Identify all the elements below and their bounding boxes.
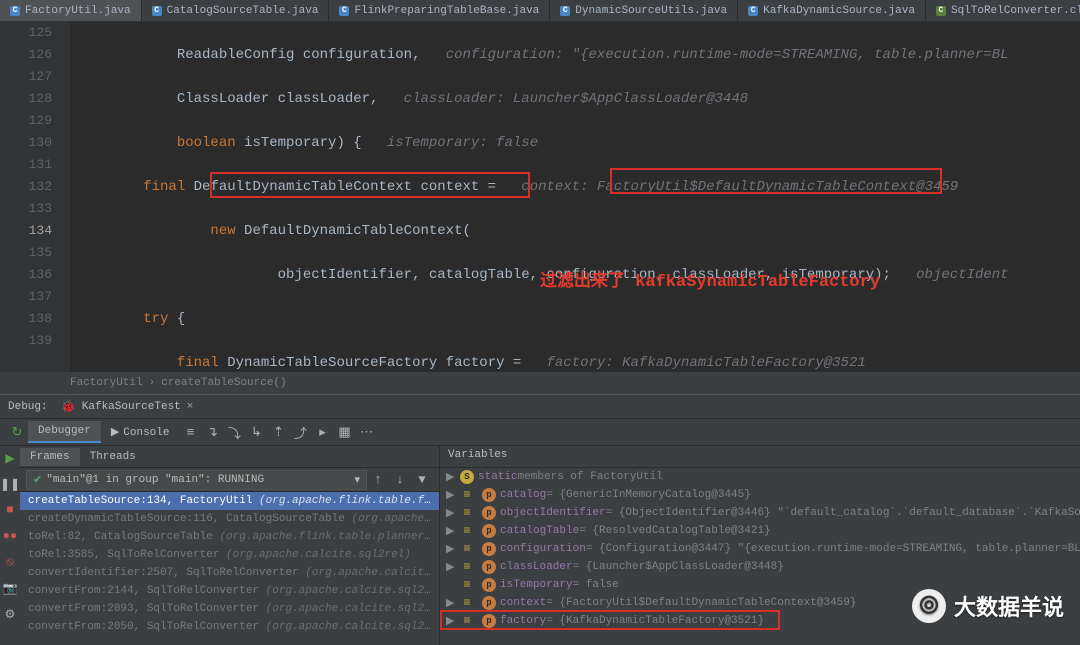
code-area[interactable]: ReadableConfig configuration, configurat… [70,22,1080,372]
variable-row[interactable]: ▶≡pcatalogTable = {ResolvedCatalogTable@… [440,522,1080,540]
settings-button[interactable]: ⚙ [0,604,20,624]
editor-tabs: CFactoryUtil.java CCatalogSourceTable.ja… [0,0,1080,22]
prev-frame-button[interactable]: ↑ [367,469,389,491]
variable-row[interactable]: ▶≡pconfiguration = {Configuration@3447} … [440,540,1080,558]
stepout2-button[interactable]: ⇡ [268,421,290,443]
variable-row[interactable]: ▶Sstatic members of FactoryUtil [440,468,1080,486]
tab-sqltorel[interactable]: CSqlToRelConverter.class [926,0,1080,21]
watermark: ⦾ 大数据羊说 [912,589,1064,623]
stack-frame[interactable]: convertFrom:2093, SqlToRelConverter (org… [20,600,439,618]
debug-side-rail: ▶ ❚❚ ■ ●● ⦸ 📷 ⚙ [0,446,20,645]
frames-list[interactable]: createTableSource:134, FactoryUtil (org.… [20,492,439,645]
camera-button[interactable]: 📷 [0,578,20,598]
variables-header: Variables [440,446,1080,468]
tab-catalogsourcetable[interactable]: CCatalogSourceTable.java [142,0,330,21]
stack-frame[interactable]: toRel:82, CatalogSourceTable (org.apache… [20,528,439,546]
filter-button[interactable]: ▼ [411,469,433,491]
debug-label: Debug: [8,401,48,413]
stepinto-button[interactable]: ↴ [202,421,224,443]
next-frame-button[interactable]: ↓ [389,469,411,491]
tab-factoryutil[interactable]: CFactoryUtil.java [0,0,142,21]
debugger-tab[interactable]: Debugger [28,421,101,443]
debug-toolbar: ↻ Debugger ▶Console ≡ ↴ ⤵ ↳ ⇡ ⤴ ▸ ▦ ⋯ [0,418,1080,446]
stack-frame[interactable]: convertFrom:2144, SqlToRelConverter (org… [20,582,439,600]
stack-frame[interactable]: toRel:3585, SqlToRelConverter (org.apach… [20,546,439,564]
viewbreakpoints-button[interactable]: ●● [0,526,20,546]
wechat-icon: ⦾ [912,589,946,623]
stop-button[interactable]: ■ [0,500,20,520]
rerun-button[interactable]: ↻ [6,421,28,443]
tab-kafkadynamicsource[interactable]: CKafkaDynamicSource.java [738,0,926,21]
line-gutter: 125 126 127 128 129 130 131 132 133 134 … [0,22,70,372]
java-icon: C [152,6,162,16]
variable-row[interactable]: ▶≡pclassLoader = {Launcher$AppClassLoade… [440,558,1080,576]
thread-select[interactable]: ✔"main"@1 in group "main": RUNNING▾ [26,470,367,490]
variable-row[interactable]: ▶≡pobjectIdentifier = {ObjectIdentifier@… [440,504,1080,522]
debug-session-name[interactable]: KafkaSourceTest [82,401,181,413]
mutebreakpoints-button[interactable]: ⦸ [0,552,20,572]
annotation-text: 过滤出来了 kafkaSynamicTableFactory [540,272,880,294]
java-icon: C [560,6,570,16]
bug-icon: 🐞 [61,399,76,414]
console-tab[interactable]: ▶Console [101,421,180,443]
stack-frame[interactable]: createDynamicTableSource:116, CatalogSou… [20,510,439,528]
breadcrumb[interactable]: FactoryUtil›createTableSource() [0,372,1080,394]
stack-frame[interactable]: convertIdentifier:2507, SqlToRelConverte… [20,564,439,582]
code-editor[interactable]: 125 126 127 128 129 130 131 132 133 134 … [0,22,1080,372]
debug-toolwindow-header: Debug: 🐞 KafkaSourceTest × [0,394,1080,418]
tab-dynamicsourceutils[interactable]: CDynamicSourceUtils.java [550,0,738,21]
stepout-button[interactable]: ↳ [246,421,268,443]
tab-flinkpreparing[interactable]: CFlinkPreparingTableBase.java [329,0,550,21]
runto-button[interactable]: ▸ [312,421,334,443]
evaluate-button[interactable]: ▦ [334,421,356,443]
variable-row[interactable]: ▶≡pcatalog = {GenericInMemoryCatalog@344… [440,486,1080,504]
dropframe-button[interactable]: ⤴ [290,421,312,443]
thread-selector-row: ✔"main"@1 in group "main": RUNNING▾ ↑ ↓ … [20,468,439,492]
java-icon: C [748,6,758,16]
threads-tab[interactable]: Threads [80,448,146,466]
stepover-button[interactable]: ≡ [180,421,202,443]
more-button[interactable]: ⋯ [356,421,378,443]
pause-button[interactable]: ❚❚ [0,474,20,494]
close-icon[interactable]: × [187,401,194,413]
frames-panel: Frames Threads ✔"main"@1 in group "main"… [20,446,440,645]
resume-button[interactable]: ▶ [0,448,20,468]
java-icon: C [339,6,349,16]
java-icon: C [10,6,20,16]
forcestep-button[interactable]: ⤵ [224,421,246,443]
stack-frame[interactable]: createTableSource:134, FactoryUtil (org.… [20,492,439,510]
class-icon: C [936,6,946,16]
frames-tab[interactable]: Frames [20,448,80,466]
stack-frame[interactable]: convertFrom:2050, SqlToRelConverter (org… [20,618,439,636]
